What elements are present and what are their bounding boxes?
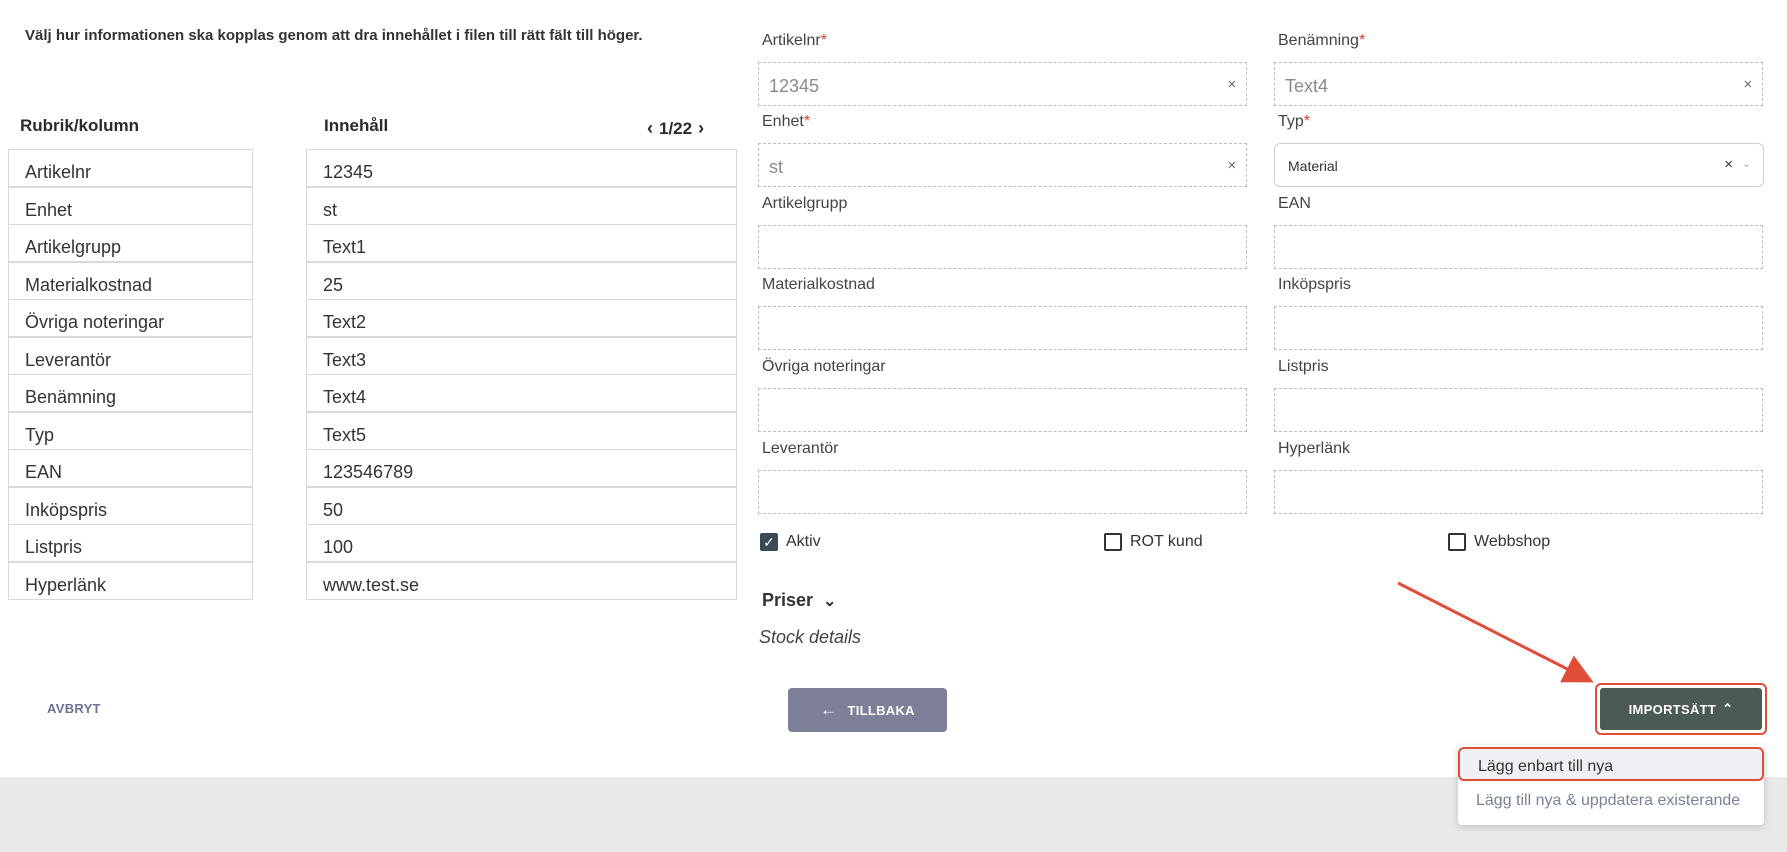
import-mapping-page: Välj hur informationen ska kopplas genom… xyxy=(0,0,1787,777)
artikelgrupp-label: Artikelgrupp xyxy=(762,195,848,212)
list-item[interactable]: EAN xyxy=(8,449,253,487)
artikelnr-field[interactable]: 12345 × xyxy=(758,62,1247,106)
leverantor-field[interactable] xyxy=(758,470,1247,514)
clear-icon[interactable]: × xyxy=(1743,76,1752,93)
ovriga-noteringar-field[interactable] xyxy=(758,388,1247,432)
list-item[interactable]: 12345 xyxy=(306,149,737,187)
list-item[interactable]: Text5 xyxy=(306,411,737,450)
benamning-field[interactable]: Text4 × xyxy=(1274,62,1763,106)
leverantor-label: Leverantör xyxy=(762,440,839,457)
list-item[interactable]: Text1 xyxy=(306,224,737,262)
listpris-label: Listpris xyxy=(1278,358,1329,375)
inkopspris-field[interactable] xyxy=(1274,306,1763,350)
list-item[interactable]: Typ xyxy=(8,411,253,450)
list-item[interactable]: Benämning xyxy=(8,374,253,412)
right-column-header: Innehåll xyxy=(324,116,389,135)
inkopspris-label: Inköpspris xyxy=(1278,276,1351,293)
stock-details-heading: Stock details xyxy=(759,627,862,647)
list-item[interactable]: Materialkostnad xyxy=(8,261,253,300)
priser-toggle[interactable]: Priser ⌄ xyxy=(762,590,836,611)
hyperlank-field[interactable] xyxy=(1274,470,1763,514)
list-item[interactable]: 25 xyxy=(306,261,737,300)
arrow-left-icon: ← xyxy=(820,700,838,719)
listpris-field[interactable] xyxy=(1274,388,1763,432)
materialkostnad-label: Materialkostnad xyxy=(762,276,875,293)
import-dropdown-menu: Lägg enbart till nya Lägg till nya & upp… xyxy=(1458,745,1764,825)
list-item[interactable]: Text2 xyxy=(306,299,737,337)
chevron-down-icon[interactable]: ⌄ xyxy=(1742,157,1751,170)
menu-item-add-new-only[interactable]: Lägg enbart till nya xyxy=(1458,747,1764,781)
list-item[interactable]: Hyperlänk xyxy=(8,561,253,600)
typ-select[interactable]: Material × ⌄ xyxy=(1274,143,1764,187)
artikelnr-label: Artikelnr* xyxy=(762,32,827,49)
pager: ‹ 1/22 › xyxy=(647,118,704,139)
webbshop-checkbox[interactable]: Webbshop xyxy=(1448,533,1550,551)
list-item[interactable]: Artikelnr xyxy=(8,149,253,187)
list-item[interactable]: Enhet xyxy=(8,186,253,225)
ean-field[interactable] xyxy=(1274,225,1763,269)
import-button-highlight: IMPORTSÄTT ⌃ xyxy=(1595,683,1767,735)
ean-label: EAN xyxy=(1278,195,1311,212)
rot-kund-checkbox[interactable]: ROT kund xyxy=(1104,533,1203,551)
enhet-label: Enhet* xyxy=(762,113,811,130)
back-button[interactable]: ← TILLBAKA xyxy=(788,688,947,732)
list-item[interactable]: www.test.se xyxy=(306,561,737,600)
list-item[interactable]: Text4 xyxy=(306,374,737,412)
list-item[interactable]: Text3 xyxy=(306,336,737,375)
ovriga-noteringar-label: Övriga noteringar xyxy=(762,358,886,375)
check-icon[interactable]: ✓ xyxy=(760,533,778,551)
list-item[interactable]: 123546789 xyxy=(306,449,737,487)
instruction-text: Välj hur informationen ska kopplas genom… xyxy=(25,27,643,44)
list-item[interactable]: Inköpspris xyxy=(8,486,253,525)
benamning-label: Benämning* xyxy=(1278,32,1366,49)
column-key-list: Artikelnr Enhet Artikelgrupp Materialkos… xyxy=(8,149,253,600)
materialkostnad-field[interactable] xyxy=(758,306,1247,350)
menu-item-add-and-update[interactable]: Lägg till nya & uppdatera existerande xyxy=(1458,783,1764,817)
typ-label: Typ* xyxy=(1278,113,1311,130)
chevron-right-icon[interactable]: › xyxy=(698,118,704,139)
cancel-button[interactable]: AVBRYT xyxy=(47,701,101,716)
enhet-field[interactable]: st × xyxy=(758,143,1247,187)
pager-text: 1/22 xyxy=(659,118,693,138)
left-column-header: Rubrik/kolumn xyxy=(20,116,140,135)
list-item[interactable]: Listpris xyxy=(8,524,253,562)
import-button[interactable]: IMPORTSÄTT ⌃ xyxy=(1600,688,1762,730)
list-item[interactable]: 50 xyxy=(306,486,737,525)
checkbox-empty-icon[interactable] xyxy=(1448,533,1466,551)
list-item[interactable]: 100 xyxy=(306,524,737,562)
chevron-up-icon: ⌃ xyxy=(1722,701,1734,716)
chevron-down-icon: ⌄ xyxy=(823,592,837,610)
chevron-left-icon[interactable]: ‹ xyxy=(647,118,653,139)
clear-icon[interactable]: × xyxy=(1227,76,1236,93)
artikelgrupp-field[interactable] xyxy=(758,225,1247,269)
clear-icon[interactable]: × xyxy=(1227,157,1236,174)
aktiv-checkbox[interactable]: ✓ Aktiv xyxy=(760,533,821,551)
list-item[interactable]: st xyxy=(306,186,737,225)
column-value-list: 12345 st Text1 25 Text2 Text3 Text4 Text… xyxy=(306,149,737,600)
list-item[interactable]: Leverantör xyxy=(8,336,253,375)
list-item[interactable]: Artikelgrupp xyxy=(8,224,253,262)
clear-icon[interactable]: × xyxy=(1724,156,1733,173)
checkbox-empty-icon[interactable] xyxy=(1104,533,1122,551)
list-item[interactable]: Övriga noteringar xyxy=(8,299,253,337)
hyperlank-label: Hyperlänk xyxy=(1278,440,1351,457)
